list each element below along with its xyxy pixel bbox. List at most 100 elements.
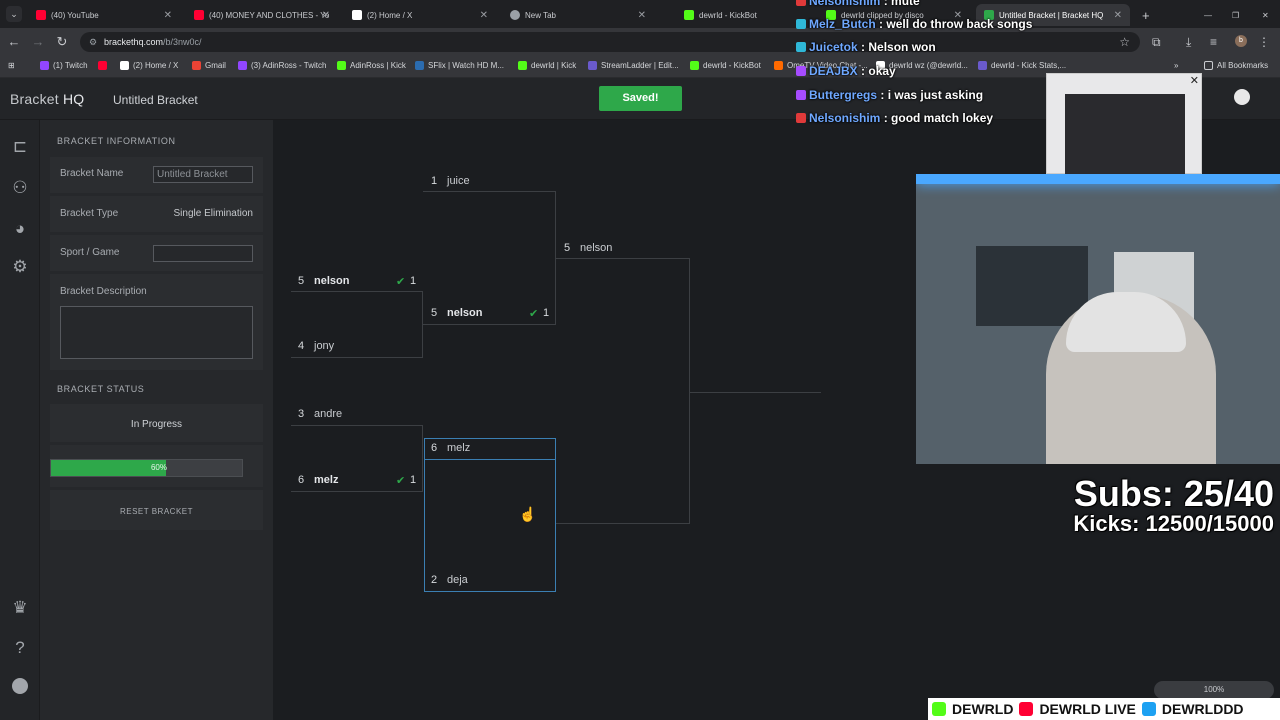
- media-control-icon[interactable]: ≡: [1210, 35, 1217, 49]
- browser-tab[interactable]: (40) MONEY AND CLOTHES - Yo ✕: [186, 4, 338, 26]
- x-icon: [352, 10, 362, 20]
- browser-tab[interactable]: (2) Home / X ✕: [344, 4, 496, 26]
- seed: 5: [564, 242, 571, 254]
- close-tab-icon[interactable]: ✕: [164, 10, 172, 21]
- team-slot[interactable]: 4 jony: [298, 336, 418, 356]
- account-avatar[interactable]: [1234, 89, 1250, 105]
- extensions-icon[interactable]: ⧉: [1152, 35, 1161, 50]
- goal-counter: Subs: 25/40 Kicks: 12500/15000: [1073, 476, 1274, 536]
- bookmark-item[interactable]: dewrld - KickBot: [690, 61, 761, 70]
- forward-arrow-icon[interactable]: →: [30, 34, 46, 49]
- social-handle: DEWRLD LIVE: [1039, 701, 1136, 717]
- maximize-button[interactable]: ❐: [1224, 4, 1244, 26]
- connector-line: [291, 425, 423, 426]
- seed: 1: [431, 175, 438, 187]
- section-heading: BRACKET STATUS: [57, 384, 145, 394]
- all-bookmarks-folder[interactable]: All Bookmarks: [1204, 61, 1268, 70]
- team-slot[interactable]: 1 juice: [431, 171, 551, 191]
- bookmark-item[interactable]: [98, 61, 111, 70]
- sport-game-input[interactable]: [153, 245, 253, 262]
- palette-icon[interactable]: ◕: [10, 219, 30, 239]
- youtube-icon: [1019, 702, 1034, 716]
- bracket-name-input[interactable]: Untitled Bracket: [153, 166, 253, 183]
- team-slot[interactable]: 5 nelson ✔ 1: [431, 303, 551, 323]
- status-value: In Progress: [130, 419, 183, 430]
- brand-logo[interactable]: Bracket HQ: [10, 91, 84, 107]
- bookmark-item[interactable]: (1) Twitch: [40, 61, 88, 70]
- site-info-icon[interactable]: ⚙: [89, 37, 97, 48]
- seed: 5: [431, 307, 438, 319]
- close-tab-icon[interactable]: ✕: [480, 10, 488, 21]
- new-tab-button[interactable]: +: [1134, 4, 1154, 26]
- connector-line: [422, 291, 423, 357]
- tab-search-button[interactable]: ⌄: [6, 6, 22, 22]
- browser-tab[interactable]: (40) YouTube ✕: [28, 4, 180, 26]
- kicks-goal: Kicks: 12500/15000: [1073, 511, 1274, 536]
- connector-line: [689, 392, 821, 393]
- team-name: melz: [314, 474, 339, 486]
- back-arrow-icon[interactable]: ←: [6, 34, 22, 49]
- bookmark-item[interactable]: Gmail: [192, 61, 226, 70]
- chat-message: Nelsonishim : good match lokey: [796, 111, 993, 125]
- close-icon[interactable]: ✕: [1190, 74, 1199, 87]
- close-window-button[interactable]: ✕: [1254, 4, 1274, 26]
- twitter-icon: [1141, 702, 1156, 716]
- bookmark-star-icon[interactable]: ☆: [1119, 35, 1130, 49]
- browser-tab[interactable]: dewrld - KickBot: [676, 4, 816, 26]
- download-icon[interactable]: ⤓: [1186, 35, 1191, 50]
- bookmark-item[interactable]: (3) AdinRoss - Twitch: [238, 61, 326, 70]
- team-slot[interactable]: 2 deja: [431, 570, 551, 590]
- chrome-menu-icon[interactable]: ⋮: [1258, 35, 1270, 49]
- browser-tab[interactable]: New Tab ✕: [502, 4, 654, 26]
- social-banner: DEWRLD DEWRLD LIVE DEWRLDDD: [928, 698, 1280, 720]
- check-icon: ✔: [396, 474, 406, 487]
- section-heading: BRACKET INFORMATION: [57, 136, 176, 146]
- chat-message: Buttergregs : i was just asking: [796, 88, 983, 102]
- connector-line: [422, 425, 423, 491]
- name-row: Bracket Name Untitled Bracket: [50, 157, 263, 193]
- bookmark-item[interactable]: dewrld | Kick: [518, 61, 576, 70]
- bookmark-item[interactable]: (2) Home / X: [120, 61, 178, 70]
- close-tab-icon[interactable]: ✕: [1114, 10, 1122, 21]
- score: 1: [410, 474, 417, 486]
- tab-label: (40) MONEY AND CLOTHES - Yo: [209, 10, 330, 20]
- reload-icon[interactable]: ↻: [54, 34, 70, 50]
- team-slot[interactable]: 6 melz ✔ 1: [298, 470, 418, 490]
- seed: 5: [298, 275, 305, 287]
- picture-in-picture-window[interactable]: ✕: [1046, 73, 1202, 174]
- settings-gear-icon[interactable]: ⚙: [10, 257, 30, 277]
- reset-bracket-button[interactable]: RESET BRACKET: [50, 507, 263, 516]
- check-icon: ✔: [529, 307, 539, 320]
- social-handle: DEWRLDDD: [1161, 701, 1244, 717]
- team-slot[interactable]: 6 melz: [431, 438, 551, 458]
- connector-line: [291, 491, 423, 492]
- profile-avatar[interactable]: b: [1235, 35, 1247, 47]
- seed: 2: [431, 574, 438, 586]
- bookmark-item[interactable]: SFlix | Watch HD M...: [415, 61, 504, 70]
- bracket-description-input[interactable]: [60, 306, 253, 359]
- crown-icon[interactable]: ♛: [10, 598, 30, 618]
- close-tab-icon[interactable]: ✕: [638, 10, 646, 21]
- field-label: Bracket Type: [60, 208, 119, 219]
- url-text: brackethq.com/b/3nw0c/: [104, 37, 202, 47]
- team-slot[interactable]: 5 nelson ✔ 1: [298, 271, 418, 291]
- bookmark-item[interactable]: StreamLadder | Edit...: [588, 61, 679, 70]
- bookmark-item[interactable]: AdinRoss | Kick: [337, 61, 406, 70]
- progress-bar: 60%: [50, 459, 243, 477]
- match-divider: [425, 459, 555, 460]
- help-icon[interactable]: ?: [10, 638, 30, 658]
- close-tab-icon[interactable]: ✕: [322, 10, 330, 21]
- bracket-type-value[interactable]: Single Elimination: [174, 208, 254, 219]
- bookmarks-overflow-icon[interactable]: »: [1174, 61, 1178, 70]
- team-slot[interactable]: 3 andre: [298, 404, 418, 424]
- user-avatar-icon[interactable]: [10, 678, 30, 698]
- team-slot[interactable]: 5 nelson: [564, 238, 684, 258]
- connector-line: [555, 523, 689, 524]
- minimize-button[interactable]: —: [1196, 4, 1216, 26]
- apps-grid-icon[interactable]: ⊞: [8, 61, 15, 70]
- participants-icon[interactable]: ⚇: [10, 178, 30, 198]
- social-handle: DEWRLD: [952, 701, 1014, 717]
- connector-line: [291, 291, 423, 292]
- bracket-icon[interactable]: ⊏: [10, 137, 30, 157]
- saved-button[interactable]: Saved!: [599, 86, 682, 111]
